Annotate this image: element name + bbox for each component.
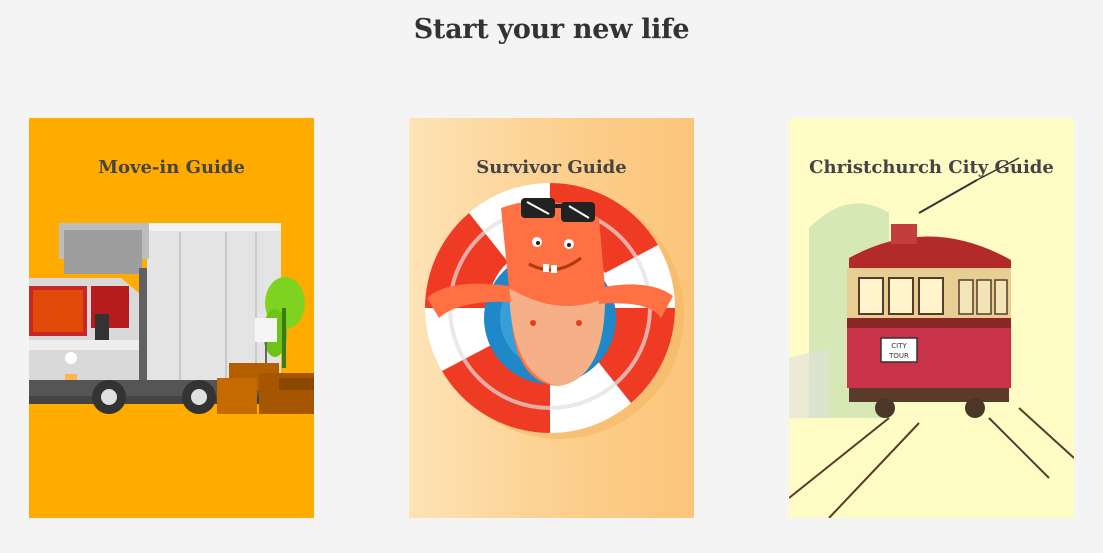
svg-text:TOUR: TOUR bbox=[888, 352, 909, 360]
guide-card-move-in[interactable]: Move-in Guide bbox=[29, 118, 314, 518]
life-ring-character-illustration bbox=[425, 183, 684, 439]
page-title: Start your new life bbox=[413, 14, 690, 45]
guide-card-christchurch[interactable]: CITY TOUR Christchurch City Guide bbox=[789, 118, 1074, 518]
guide-card-survivor[interactable]: Survivor Guide bbox=[409, 118, 694, 518]
page: Start your new life Move-in Guide Surviv… bbox=[0, 0, 1103, 553]
card-title: Survivor Guide bbox=[476, 157, 627, 178]
moving-truck-illustration bbox=[29, 223, 314, 414]
card-title: Move-in Guide bbox=[98, 157, 245, 178]
card-title: Christchurch City Guide bbox=[809, 157, 1054, 178]
tram-sketch-illustration: CITY TOUR bbox=[789, 157, 1074, 518]
svg-text:CITY: CITY bbox=[891, 342, 907, 350]
